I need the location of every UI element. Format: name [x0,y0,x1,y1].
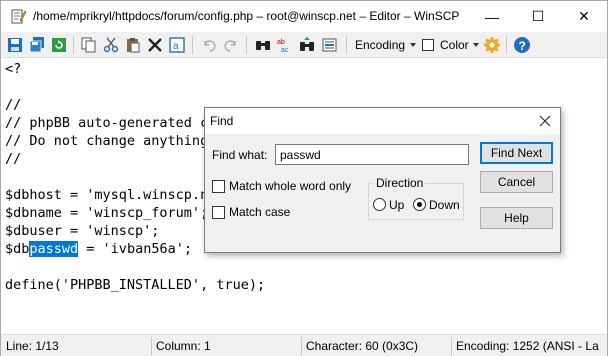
save-icon[interactable] [5,35,25,55]
status-line: Line: 1/13 [6,339,59,353]
minimize-button[interactable]: — [469,1,515,32]
svg-text:a: a [173,41,179,52]
toolbar-separator [73,36,74,54]
code-text: $db [5,241,30,257]
status-separator [451,337,452,355]
find-dialog: Find Find what: passwd Match whole word … [204,107,561,253]
code-line: // [5,151,22,167]
title-bar: /home/mprikryl/httpdocs/forum/config.php… [1,1,607,32]
chevron-down-icon [473,43,479,47]
svg-text:ab: ab [277,39,285,46]
help-button[interactable]: Help [480,207,553,229]
select-all-icon[interactable]: a [167,35,187,55]
status-bar: Line: 1/13 Column: 1 Character: 60 (0x3C… [1,334,607,356]
color-dropdown[interactable]: Color [440,38,469,52]
close-icon[interactable] [533,110,557,132]
match-whole-word-label[interactable]: Match whole word only [229,179,351,193]
save-all-icon[interactable] [27,35,47,55]
code-line: // phpBB auto-generated c [5,115,209,131]
cut-icon[interactable] [101,35,121,55]
dialog-title: Find [210,114,234,128]
toolbar: a ab ac Encoding Color ? [1,32,607,58]
delete-icon[interactable] [145,35,165,55]
find-next-button[interactable]: Find Next [480,142,553,164]
status-separator [151,337,152,355]
encoding-dropdown[interactable]: Encoding [355,38,405,52]
code-line: $dbname = 'winscp_forum'; [5,205,209,221]
direction-up-label[interactable]: Up [389,198,404,212]
find-next-icon[interactable] [297,35,317,55]
gear-icon[interactable] [482,35,502,55]
cancel-button[interactable]: Cancel [480,171,553,193]
status-column: Column: 1 [156,339,211,353]
svg-text:ac: ac [281,47,289,53]
paste-icon[interactable] [123,35,143,55]
find-what-input[interactable]: passwd [275,144,469,165]
status-character: Character: 60 (0x3C) [306,339,419,353]
go-to-line-icon[interactable] [319,35,339,55]
chevron-down-icon [410,43,416,47]
code-text: = 'ivban56a'; [78,241,192,257]
status-encoding: Encoding: 1252 (ANSI - La [456,339,599,353]
dialog-title-bar: Find [205,108,560,134]
code-line: $dbuser = 'winscp'; [5,223,160,239]
code-line: $dbpasswd = 'ivban56a'; [5,240,192,258]
search-match-highlight: passwd [29,241,79,257]
help-icon[interactable]: ? [512,35,532,55]
code-line: <? [5,61,22,77]
undo-icon[interactable] [199,35,219,55]
direction-up-radio[interactable] [373,198,386,211]
code-line: // Do not change anything [5,133,209,149]
code-line: // [5,97,22,113]
toolbar-separator [506,36,507,54]
match-whole-word-checkbox[interactable] [212,180,225,193]
svg-text:?: ? [519,39,526,53]
find-icon[interactable] [253,35,273,55]
code-line: $dbhost = 'mysql.winscp.n [5,187,209,203]
reload-icon[interactable] [49,35,69,55]
direction-down-radio[interactable] [413,198,426,211]
replace-icon[interactable]: ab ac [275,35,295,55]
window-title: /home/mprikryl/httpdocs/forum/config.php… [33,9,460,23]
status-separator [301,337,302,355]
redo-icon[interactable] [221,35,241,55]
code-line: define('PHPBB_INSTALLED', true); [5,277,266,293]
find-what-label: Find what: [212,148,268,162]
close-button[interactable]: ✕ [561,1,607,32]
direction-label: Direction [374,176,426,190]
color-checkbox[interactable] [422,39,434,51]
maximize-button[interactable]: ☐ [515,1,561,32]
match-case-label[interactable]: Match case [229,205,290,219]
toolbar-separator [246,36,247,54]
toolbar-separator [192,36,193,54]
notepad-icon [10,8,27,24]
editor-window: /home/mprikryl/httpdocs/forum/config.php… [0,0,608,356]
toolbar-separator [346,36,347,54]
copy-icon[interactable] [79,35,99,55]
direction-down-label[interactable]: Down [429,198,460,212]
match-case-checkbox[interactable] [212,206,225,219]
